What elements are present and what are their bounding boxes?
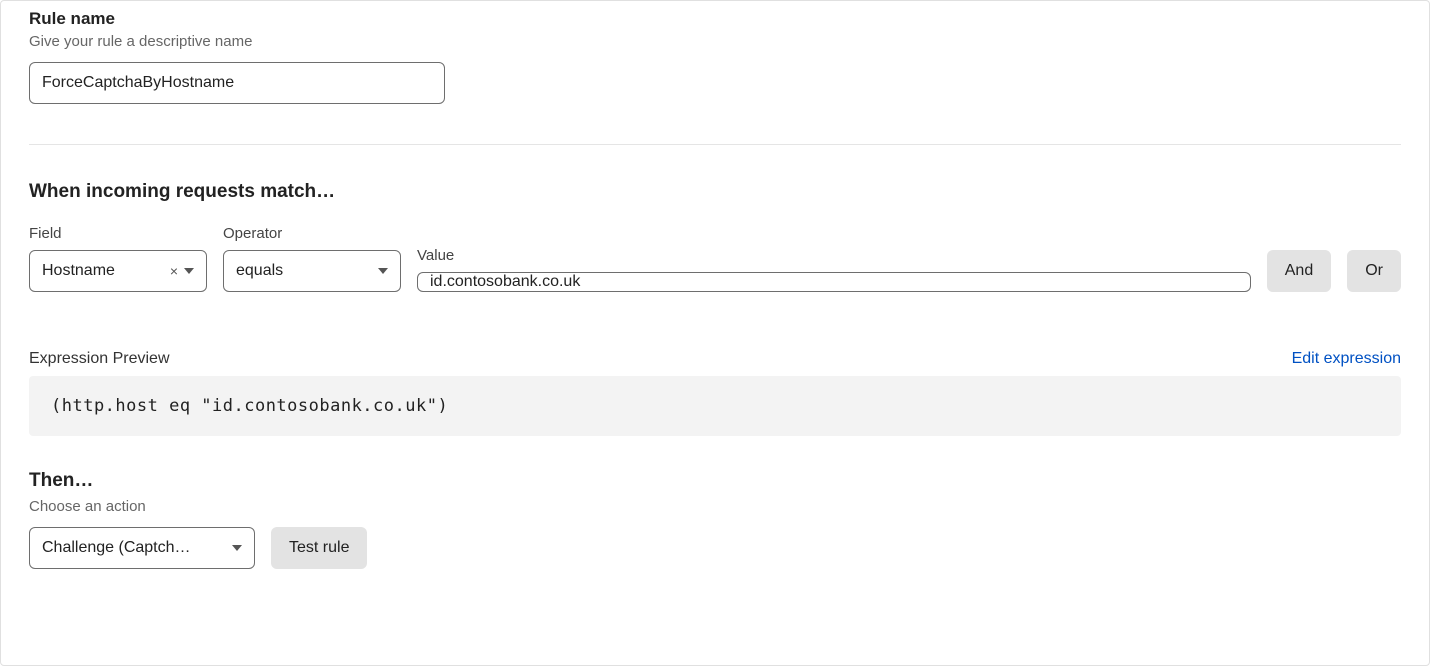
expression-header-row: Expression Preview Edit expression [29,350,1401,368]
action-row: Challenge (Captch… Test rule [29,527,1401,569]
operator-select[interactable]: equals [223,250,401,292]
chevron-down-icon [378,268,388,274]
field-select-value: Hostname [42,262,170,280]
value-label: Value [417,247,1251,264]
match-heading: When incoming requests match… [29,181,1401,203]
rule-name-input[interactable] [29,62,445,104]
then-heading: Then… [29,470,1401,492]
divider [29,144,1401,145]
field-select[interactable]: Hostname × [29,250,207,292]
action-select[interactable]: Challenge (Captch… [29,527,255,569]
clear-icon[interactable]: × [170,264,178,278]
value-column: Value [417,247,1251,292]
chevron-down-icon [184,268,194,274]
value-input[interactable] [417,272,1251,292]
operator-label: Operator [223,225,401,242]
rule-name-hint: Give your rule a descriptive name [29,33,1401,50]
operator-select-value: equals [236,262,378,280]
then-section: Then… Choose an action Challenge (Captch… [29,470,1401,569]
expression-preview-label: Expression Preview [29,350,170,368]
rule-name-label: Rule name [29,9,1401,29]
then-hint: Choose an action [29,498,1401,515]
match-section: When incoming requests match… Field Host… [29,181,1401,436]
field-column: Field Hostname × [29,225,207,292]
and-button[interactable]: And [1267,250,1331,292]
field-label: Field [29,225,207,242]
operator-column: Operator equals [223,225,401,292]
test-rule-button[interactable]: Test rule [271,527,367,569]
rule-editor-panel: Rule name Give your rule a descriptive n… [0,0,1430,666]
expression-preview-box: (http.host eq "id.contosobank.co.uk") [29,376,1401,436]
edit-expression-link[interactable]: Edit expression [1292,350,1401,368]
chevron-down-icon [232,545,242,551]
condition-row: Field Hostname × Operator equals Value A… [29,225,1401,292]
action-select-value: Challenge (Captch… [42,539,232,557]
or-button[interactable]: Or [1347,250,1401,292]
rule-name-section: Rule name Give your rule a descriptive n… [29,9,1401,104]
